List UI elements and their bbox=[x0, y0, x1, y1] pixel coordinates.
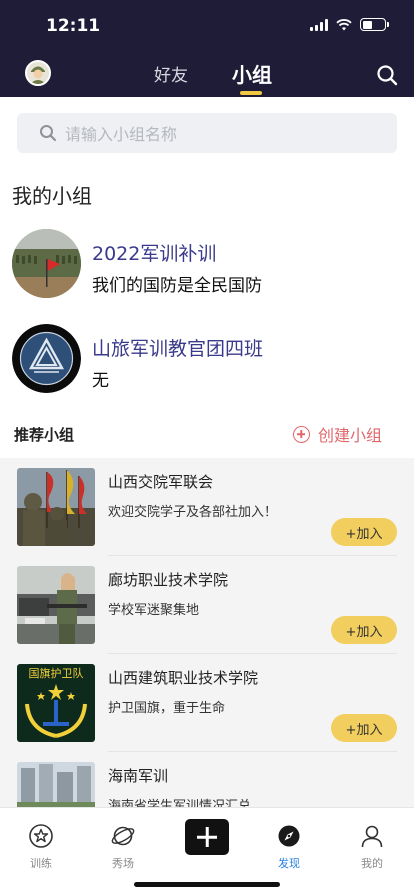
compass-icon bbox=[278, 825, 300, 847]
group-description: 欢迎交院学子及各部社加入！ bbox=[108, 505, 278, 520]
nav-item-profile[interactable]: 我的 bbox=[337, 818, 407, 871]
group-thumbnail bbox=[17, 468, 95, 546]
top-bar: 12:11 好友 小组 bbox=[0, 0, 414, 97]
group-name: 山旅军训教官团四班 bbox=[92, 338, 264, 360]
group-avatar bbox=[12, 324, 81, 393]
search-placeholder: 请输入小组名称 bbox=[65, 125, 178, 144]
recommended-title: 推荐小组 bbox=[14, 426, 75, 444]
wifi-icon bbox=[336, 18, 352, 30]
group-description: 护卫国旗，重于生命 bbox=[108, 701, 226, 716]
nav-label: 发现 bbox=[278, 857, 300, 870]
group-name: 山西交院军联会 bbox=[108, 473, 214, 491]
group-name: 山西建筑职业技术学院 bbox=[108, 669, 259, 687]
recommended-header: 推荐小组 创建小组 bbox=[0, 410, 414, 458]
home-indicator bbox=[134, 882, 280, 887]
nav-label: 秀场 bbox=[112, 857, 134, 870]
recommended-group-item[interactable]: 国旗护卫队 山西建筑职业技术学院 护卫国旗，重于生命 +加入 bbox=[0, 654, 414, 752]
signal-icon bbox=[310, 18, 328, 31]
recommended-group-item[interactable]: 廊坊职业技术学院 学校军迷聚集地 +加入 bbox=[0, 556, 414, 654]
my-group-item[interactable]: 2022军训补训 我们的国防是全民国防 bbox=[12, 229, 402, 301]
thumb-logo-text: 国旗护卫队 bbox=[29, 666, 84, 680]
group-avatar bbox=[12, 229, 81, 298]
group-name: 2022军训补训 bbox=[92, 243, 217, 265]
create-group-label: 创建小组 bbox=[317, 426, 382, 445]
person-icon bbox=[361, 825, 383, 848]
search-icon bbox=[40, 125, 57, 142]
status-time: 12:11 bbox=[46, 16, 101, 36]
search-icon[interactable] bbox=[376, 64, 398, 86]
group-description: 无 bbox=[92, 371, 109, 391]
tab-friends[interactable]: 好友 bbox=[154, 61, 188, 86]
nav-label: 训练 bbox=[30, 857, 52, 870]
nav-label: 我的 bbox=[361, 857, 383, 870]
active-tab-indicator bbox=[240, 91, 262, 95]
group-thumbnail bbox=[17, 566, 95, 644]
battery-icon bbox=[360, 18, 389, 31]
group-description: 海南省学生军训情况汇总 bbox=[108, 799, 252, 807]
nav-item-training[interactable]: 训练 bbox=[6, 818, 76, 871]
nav-item-showcase[interactable]: 秀场 bbox=[88, 818, 158, 871]
group-name: 廊坊职业技术学院 bbox=[108, 571, 229, 589]
group-thumbnail bbox=[17, 762, 95, 807]
group-thumbnail: 国旗护卫队 bbox=[17, 664, 95, 742]
star-icon bbox=[29, 824, 53, 848]
my-groups-title: 我的小组 bbox=[12, 184, 92, 208]
join-button[interactable]: +加入 bbox=[331, 714, 397, 742]
join-button[interactable]: +加入 bbox=[331, 518, 397, 546]
my-group-item[interactable]: 山旅军训教官团四班 无 bbox=[12, 324, 402, 396]
group-description: 我们的国防是全民国防 bbox=[92, 276, 262, 296]
tab-groups[interactable]: 小组 bbox=[232, 59, 272, 88]
planet-icon bbox=[111, 826, 135, 846]
status-icons bbox=[310, 18, 389, 31]
group-description: 学校军迷聚集地 bbox=[108, 603, 200, 618]
create-group-button[interactable]: 创建小组 bbox=[292, 422, 382, 446]
group-name: 海南军训 bbox=[108, 767, 169, 785]
add-post-button[interactable] bbox=[185, 819, 229, 855]
recommended-list[interactable]: 山西交院军联会 欢迎交院学子及各部社加入！ +加入 廊坊职业技术学院 学校军迷聚… bbox=[0, 458, 414, 807]
group-search-input[interactable]: 请输入小组名称 bbox=[17, 113, 397, 153]
recommended-group-item[interactable]: 山西交院军联会 欢迎交院学子及各部社加入！ +加入 bbox=[0, 458, 414, 556]
user-avatar[interactable] bbox=[25, 60, 51, 86]
add-circle-icon bbox=[292, 425, 310, 443]
join-button[interactable]: +加入 bbox=[331, 616, 397, 644]
recommended-group-item[interactable]: 海南军训 海南省学生军训情况汇总 bbox=[0, 752, 414, 807]
nav-item-discover[interactable]: 发现 bbox=[254, 818, 324, 871]
